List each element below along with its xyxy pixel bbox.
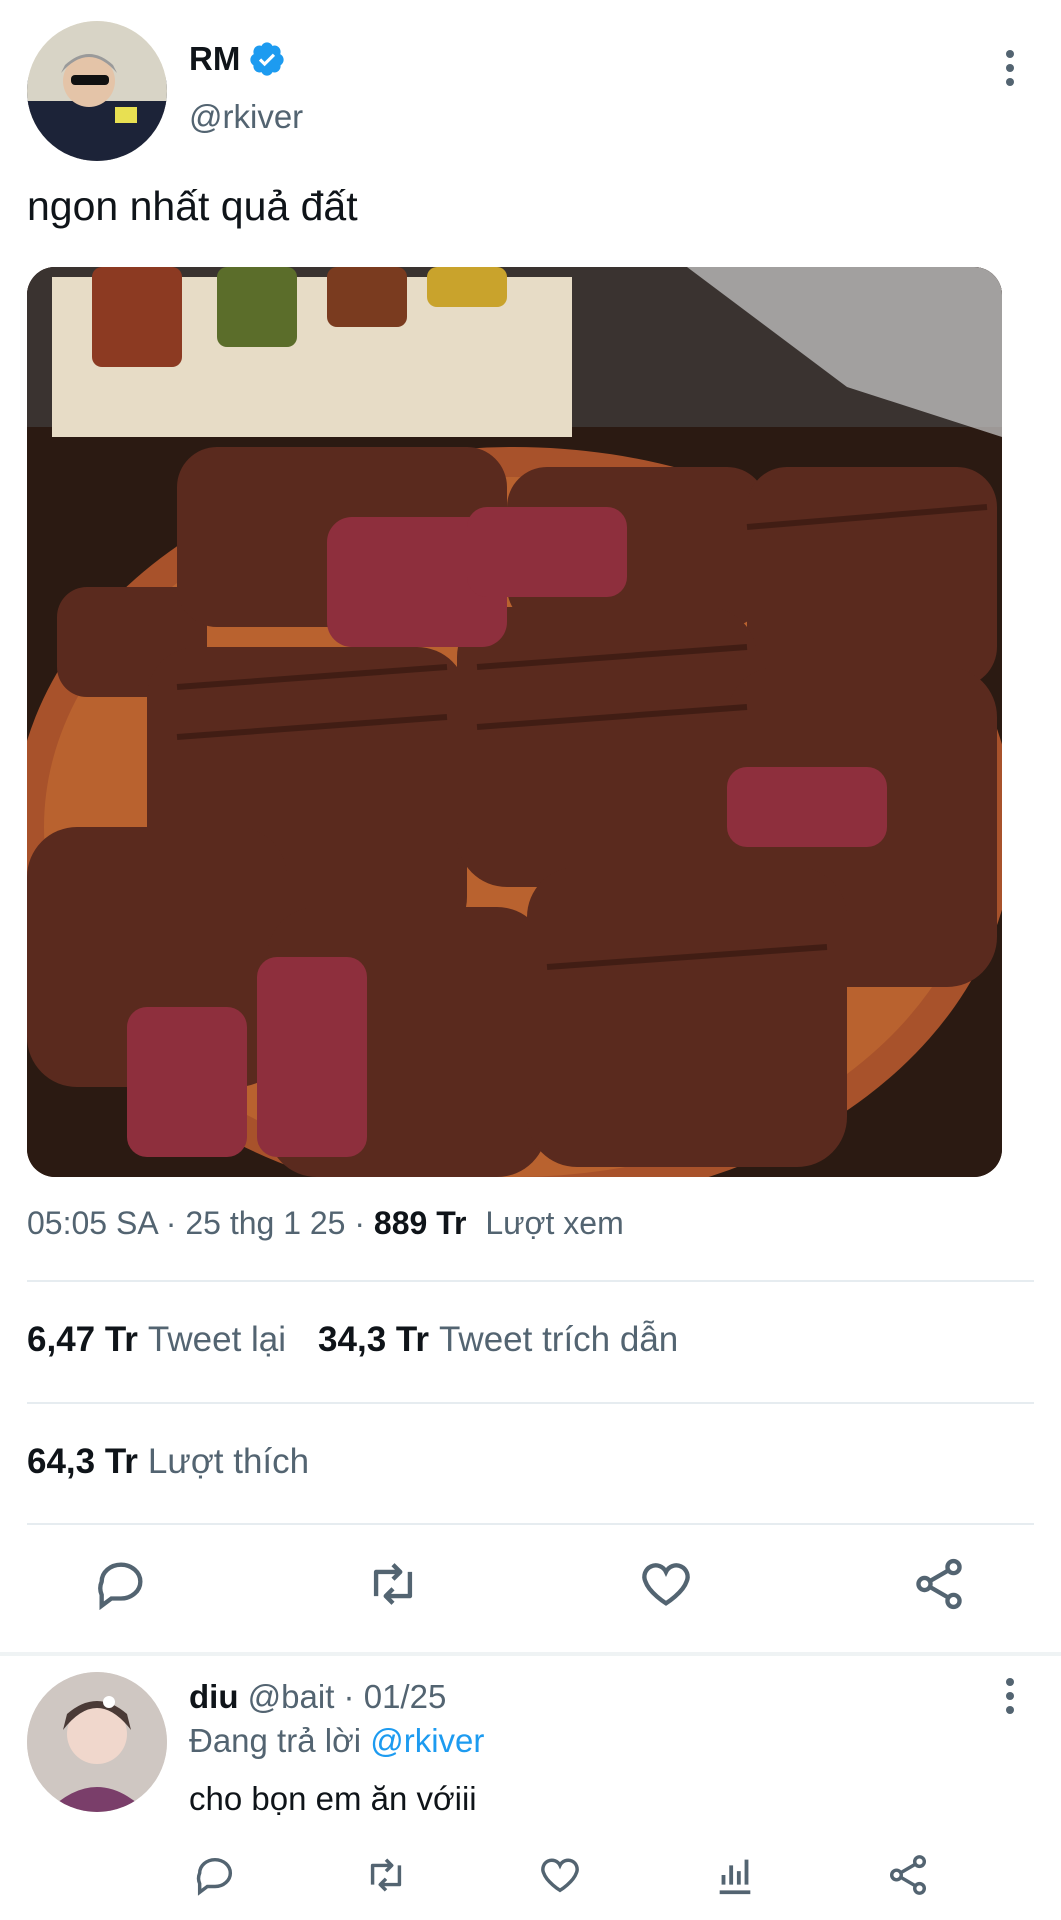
like-icon[interactable] — [637, 1555, 695, 1613]
more-options-icon[interactable] — [1003, 1678, 1017, 1714]
reply-author-name[interactable]: diu — [189, 1678, 238, 1715]
reply-author-handle[interactable]: @bait — [248, 1678, 335, 1715]
views-count: 889 Tr — [373, 1205, 467, 1241]
tweet-text: ngon nhất quả đất — [27, 183, 358, 229]
replying-to-link[interactable]: @rkiver — [370, 1722, 484, 1759]
replying-to: Đang trả lời @rkiver — [189, 1722, 484, 1760]
reply-author-avatar[interactable] — [27, 1672, 167, 1812]
retweet-icon[interactable] — [363, 1852, 409, 1898]
tweet-time[interactable]: 05:05 SA — [27, 1205, 157, 1241]
divider — [27, 1523, 1034, 1525]
reply-header: diu @bait · 01/25 — [189, 1678, 446, 1716]
likes-count: 64,3 Tr — [27, 1442, 138, 1481]
author-name[interactable]: RM — [189, 40, 240, 78]
tweet-date[interactable]: 25 thg 1 25 — [185, 1205, 345, 1241]
more-options-icon[interactable] — [1003, 50, 1017, 86]
author-handle[interactable]: @rkiver — [189, 98, 303, 136]
tweet-meta: 05:05 SA · 25 thg 1 25 · 889 Tr Lượt xem — [27, 1205, 624, 1242]
reply-action-bar — [0, 1852, 1061, 1902]
quotes-count: 34,3 Tr — [318, 1320, 429, 1359]
likes-link[interactable]: 64,3 Tr Lượt thích — [27, 1442, 341, 1481]
share-icon[interactable] — [910, 1555, 968, 1613]
verified-badge-icon — [250, 42, 284, 76]
retweet-stats-row: 6,47 Tr Tweet lại 34,3 Tr Tweet trích dẫn — [27, 1320, 710, 1360]
likes-label: Lượt thích — [147, 1442, 310, 1481]
retweets-count: 6,47 Tr — [27, 1320, 138, 1359]
replying-prefix: Đang trả lời — [189, 1722, 362, 1759]
retweets-label: Tweet lại — [147, 1320, 287, 1359]
reply-icon[interactable] — [92, 1555, 150, 1613]
retweets-link[interactable]: 6,47 Tr Tweet lại — [27, 1320, 318, 1359]
meta-separator: · — [165, 1205, 186, 1241]
retweet-icon[interactable] — [364, 1555, 422, 1613]
reply-date[interactable]: 01/25 — [364, 1678, 447, 1715]
divider — [27, 1402, 1034, 1404]
reply-tweet[interactable]: diu @bait · 01/25 Đang trả lời @rkiver c… — [0, 1656, 1061, 1920]
likes-stats-row: 64,3 Tr Lượt thích — [27, 1442, 341, 1482]
tweet-media-steak-photo[interactable] — [27, 267, 1002, 1177]
author-avatar[interactable] — [27, 21, 167, 161]
quotes-label: Tweet trích dẫn — [438, 1320, 679, 1359]
tweet-action-bar — [0, 1555, 1061, 1625]
divider — [27, 1280, 1034, 1282]
analytics-icon[interactable] — [712, 1852, 758, 1898]
author-name-row: RM — [189, 40, 286, 78]
quotes-link[interactable]: 34,3 Tr Tweet trích dẫn — [318, 1320, 710, 1359]
meta-separator: · — [354, 1205, 374, 1241]
views-label: Lượt xem — [485, 1205, 624, 1241]
reply-icon[interactable] — [192, 1852, 238, 1898]
meta-separator: · — [343, 1678, 364, 1715]
like-icon[interactable] — [537, 1852, 583, 1898]
reply-text: cho bọn em ăn vớiii — [189, 1780, 477, 1817]
share-icon[interactable] — [885, 1852, 931, 1898]
